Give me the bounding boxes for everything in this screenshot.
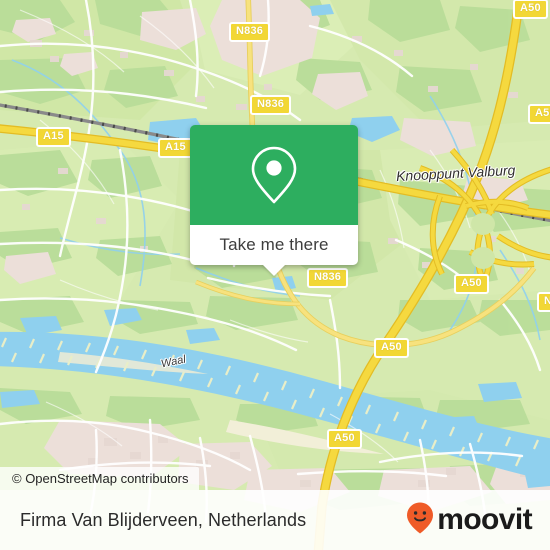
road-shield-n836-3: N836 (307, 268, 349, 288)
popup-pin-area (190, 125, 358, 225)
moovit-smiley-pin-icon (405, 501, 435, 540)
road-shield-n836-1: N836 (229, 22, 271, 42)
road-shield-a15-1: A15 (36, 127, 71, 147)
road-shield-a50-4: A50 (374, 338, 409, 358)
road-shield-a15-2: A15 (158, 138, 193, 158)
map-pin-icon (248, 144, 300, 206)
take-me-there-popup[interactable]: Take me there (190, 125, 358, 276)
moovit-logo[interactable]: moovit (405, 501, 533, 540)
take-me-there-label: Take me there (219, 235, 329, 254)
road-shield-a50-3: A50 (454, 274, 489, 294)
road-shield-n836-2: N836 (250, 95, 292, 115)
road-shield-a50-2: A50 (528, 104, 550, 124)
popup-tail (262, 264, 286, 276)
road-shield-a50-5: A50 (327, 429, 362, 449)
popup-cta-area[interactable]: Take me there (190, 225, 358, 276)
osm-attribution[interactable]: © OpenStreetMap contributors (0, 467, 199, 490)
road-shield-n8: N8 (537, 292, 550, 312)
map-canvas[interactable]: N836 N836 A15 A15 A50 A50 N836 A50 N8 A5… (0, 0, 550, 550)
moovit-map-screen: N836 N836 A15 A15 A50 A50 N836 A50 N8 A5… (0, 0, 550, 550)
location-title: Firma Van Blijderveen, Netherlands (20, 509, 307, 530)
osm-attribution-text: © OpenStreetMap contributors (12, 471, 189, 486)
footer-bar: Firma Van Blijderveen, Netherlands moovi… (0, 490, 550, 550)
moovit-wordmark: moovit (437, 503, 532, 536)
road-shield-a50-1: A50 (513, 0, 548, 19)
